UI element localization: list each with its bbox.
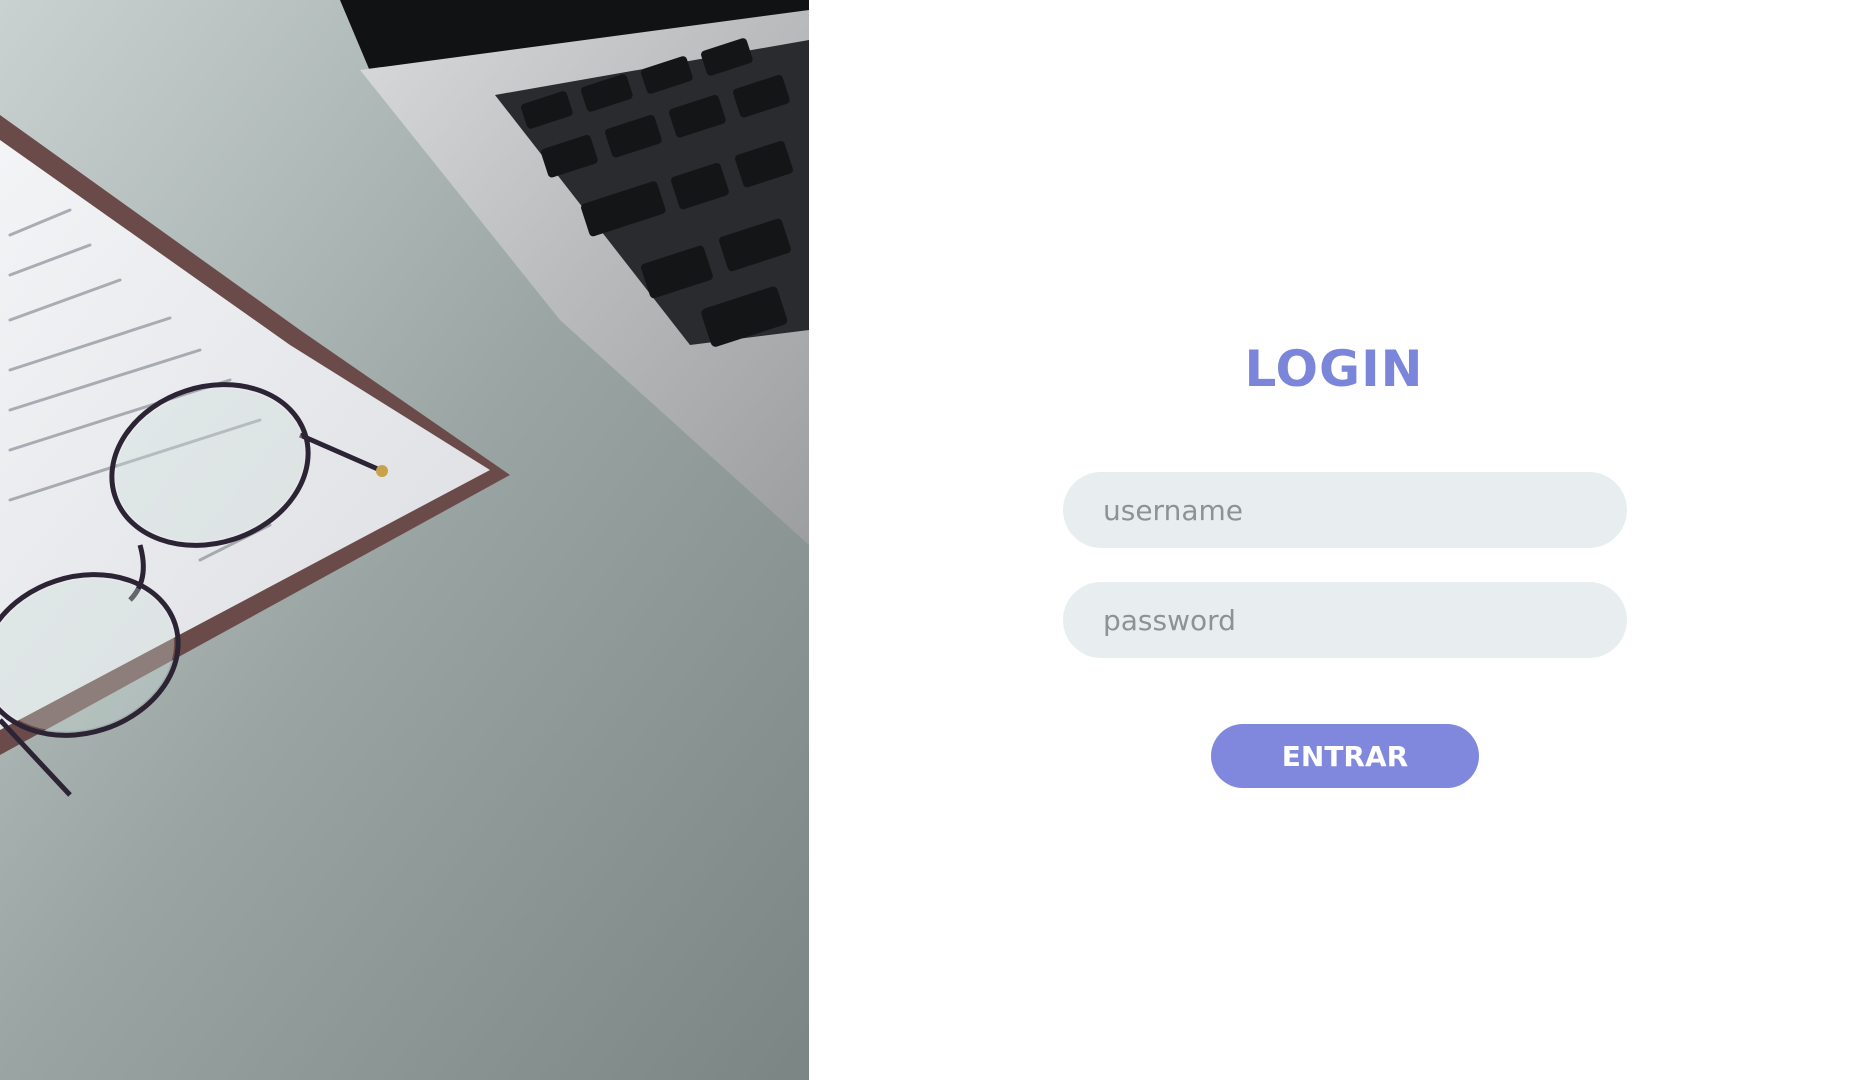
login-panel: LOGIN ENTRAR xyxy=(809,0,1859,1080)
username-input[interactable] xyxy=(1063,472,1627,548)
login-title: LOGIN xyxy=(1244,340,1424,398)
hero-photo-illustration xyxy=(0,0,809,1080)
entrar-button[interactable]: ENTRAR xyxy=(1211,724,1479,788)
password-input[interactable] xyxy=(1063,582,1627,658)
hero-photo xyxy=(0,0,809,1080)
login-page: LOGIN ENTRAR xyxy=(0,0,1859,1080)
